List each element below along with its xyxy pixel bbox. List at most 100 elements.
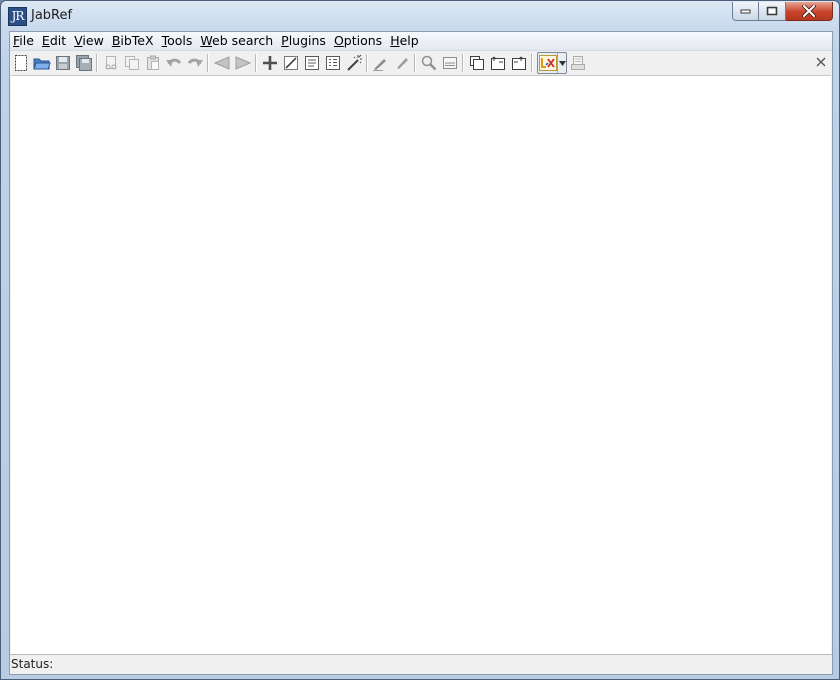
menu-edit[interactable]: Edit	[38, 32, 70, 50]
toolbar-separator	[96, 54, 98, 72]
paste-icon	[146, 55, 159, 70]
status-bar: Status:	[10, 654, 832, 674]
menu-mnemonic: O	[333, 33, 344, 48]
toolbar-separator	[414, 54, 416, 72]
cut-icon	[105, 56, 116, 70]
edit-entry-button[interactable]	[280, 52, 301, 74]
open-folder-icon	[32, 58, 51, 70]
menu-mnemonic: H	[390, 33, 400, 48]
menu-label-rest: ile	[19, 33, 34, 48]
minimize-button[interactable]	[732, 2, 759, 21]
menu-options[interactable]: Options	[330, 32, 386, 50]
close-window-button[interactable]	[786, 2, 833, 21]
paste-button[interactable]	[142, 52, 163, 74]
save-button[interactable]	[52, 52, 73, 74]
close-icon	[816, 57, 826, 67]
open-file-button[interactable]	[466, 52, 487, 74]
open-url-icon	[490, 56, 505, 70]
undo-icon	[165, 58, 181, 67]
main-work-area	[11, 75, 831, 656]
unmark-entries-button[interactable]	[391, 52, 412, 74]
menu-mnemonic: W	[200, 33, 213, 48]
edit-entry-icon	[283, 56, 298, 70]
cleanup-entries-button[interactable]	[343, 52, 364, 74]
minimize-icon	[740, 9, 751, 14]
toolbar	[10, 51, 832, 75]
open-pdf-button[interactable]	[508, 52, 529, 74]
toolbar-separator	[462, 54, 464, 72]
menu-label-rest: ools	[167, 33, 193, 48]
app-window: JR JabRef File Edit View BibTeX Tools Web sea…	[0, 0, 840, 680]
push-to-lyx-icon	[538, 55, 557, 71]
close-icon	[802, 5, 816, 17]
new-database-icon	[14, 55, 27, 71]
status-label: Status:	[11, 657, 54, 671]
menu-tools[interactable]: Tools	[158, 32, 197, 50]
menu-label-rest: elp	[399, 33, 419, 48]
menu-view[interactable]: View	[70, 32, 108, 50]
menu-plugins[interactable]: Plugins	[277, 32, 330, 50]
search-button[interactable]	[418, 52, 439, 74]
menu-label-rest: eb search	[212, 33, 274, 48]
toolbar-separator	[366, 54, 368, 72]
save-all-icon	[75, 55, 92, 71]
open-file-icon	[469, 56, 484, 70]
push-to-lyx-button[interactable]	[538, 54, 557, 72]
menu-mnemonic: P	[281, 33, 289, 48]
menu-label-rest: ptions	[343, 33, 383, 48]
open-url-button[interactable]	[487, 52, 508, 74]
open-pdf-icon	[511, 56, 526, 70]
menu-web-search[interactable]: Web search	[196, 32, 277, 50]
toolbar-separator	[255, 54, 257, 72]
copy-icon	[124, 56, 139, 70]
mark-entries-icon	[372, 59, 386, 71]
menu-label-rest: dit	[49, 33, 67, 48]
toolbar-separator	[207, 54, 209, 72]
client-area: File Edit View BibTeX Tools Web search Plugins…	[9, 31, 833, 675]
menu-label-rest: ibTeX	[120, 33, 154, 48]
undo-button[interactable]	[163, 52, 184, 74]
forward-button[interactable]	[232, 52, 253, 74]
toggle-groups-icon	[442, 57, 457, 69]
menu-bar: File Edit View BibTeX Tools Web search Plugins…	[10, 32, 832, 51]
toolbar-separator	[531, 54, 533, 72]
preview-button[interactable]	[567, 52, 588, 74]
menu-bibtex[interactable]: BibTeX	[108, 32, 158, 50]
maximize-icon	[766, 6, 778, 16]
back-icon	[213, 56, 229, 70]
jabref-logo-icon: JR	[8, 7, 27, 26]
chevron-down-icon	[558, 60, 566, 66]
edit-strings-button[interactable]	[322, 52, 343, 74]
title-bar[interactable]: JR JabRef	[1, 1, 839, 31]
new-database-button[interactable]	[10, 52, 31, 74]
push-to-dropdown-button[interactable]	[557, 53, 566, 73]
new-entry-button[interactable]	[259, 52, 280, 74]
forward-icon	[235, 56, 251, 70]
menu-mnemonic: E	[41, 33, 50, 48]
menu-label-rest: iew	[82, 33, 104, 48]
copy-button[interactable]	[121, 52, 142, 74]
redo-icon	[187, 58, 203, 67]
new-entry-icon	[262, 56, 277, 70]
redo-button[interactable]	[184, 52, 205, 74]
save-all-button[interactable]	[73, 52, 94, 74]
menu-label-rest: lugins	[288, 33, 326, 48]
push-to-application-button[interactable]	[537, 52, 567, 74]
cut-button[interactable]	[100, 52, 121, 74]
back-button[interactable]	[211, 52, 232, 74]
open-database-button[interactable]	[31, 52, 52, 74]
mark-entries-button[interactable]	[370, 52, 391, 74]
edit-strings-icon	[325, 56, 340, 70]
search-icon	[421, 55, 436, 71]
menu-help[interactable]: Help	[386, 32, 423, 50]
window-title: JabRef	[31, 8, 73, 23]
preview-icon	[570, 56, 585, 70]
edit-preamble-button[interactable]	[301, 52, 322, 74]
toolbar-close-button[interactable]	[814, 55, 828, 69]
cleanup-wand-icon	[346, 54, 362, 71]
unmark-entries-icon	[396, 58, 408, 69]
maximize-button[interactable]	[759, 2, 786, 21]
toggle-groups-button[interactable]	[439, 52, 460, 74]
edit-preamble-icon	[304, 56, 319, 70]
menu-file[interactable]: File	[10, 32, 38, 50]
